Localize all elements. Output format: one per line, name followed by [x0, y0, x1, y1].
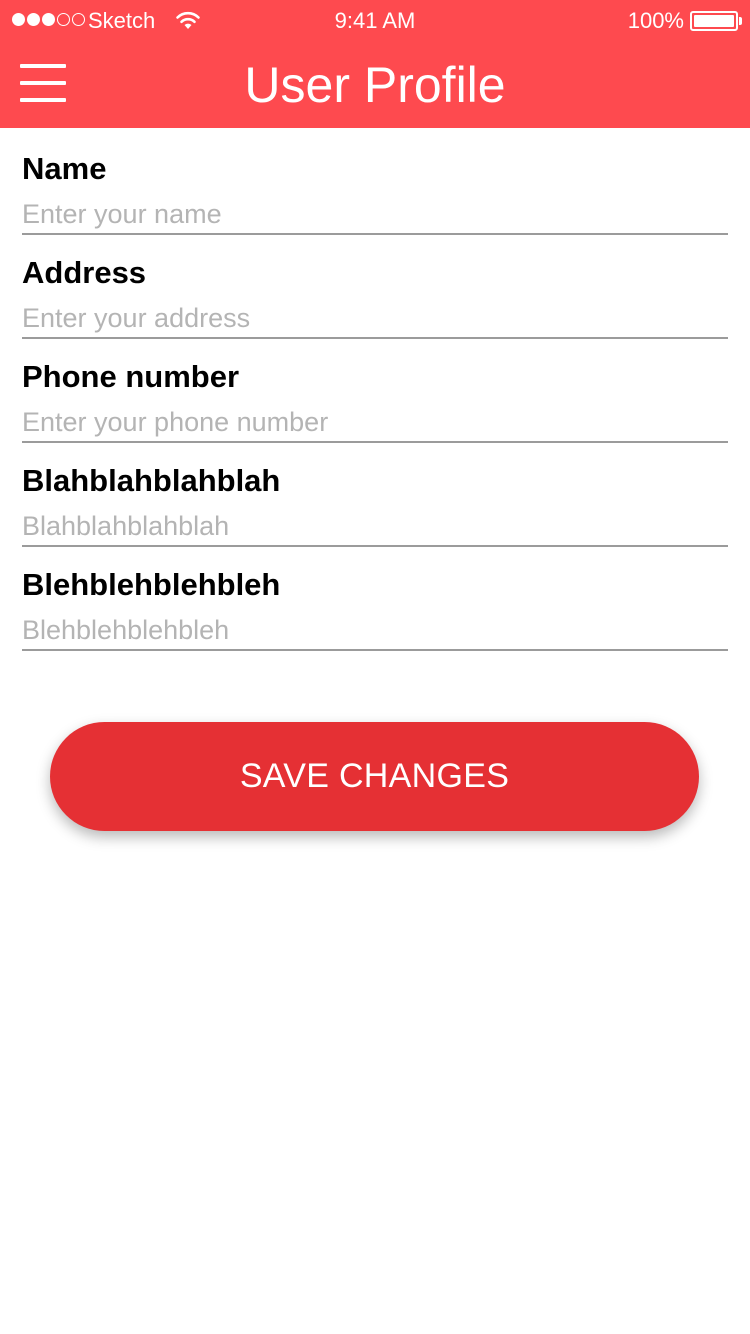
user-profile-screen: Sketch 9:41 AM 100% User Profile Name En… — [0, 0, 750, 1334]
bleh-label: Blehblehblehbleh — [22, 567, 281, 602]
page-title: User Profile — [244, 57, 506, 113]
battery-tip — [739, 17, 742, 25]
header: Sketch 9:41 AM 100% User Profile — [0, 0, 750, 128]
phone-label: Phone number — [22, 359, 240, 394]
bleh-input[interactable] — [22, 611, 728, 651]
phone-input[interactable] — [22, 403, 728, 443]
address-input[interactable] — [22, 299, 728, 339]
battery-level-fill — [694, 15, 734, 27]
name-label: Name — [22, 151, 107, 186]
battery-percent: 100% — [627, 8, 684, 33]
nav-bar: User Profile — [0, 40, 750, 128]
bleh-field-group: Blehblehblehbleh — [22, 544, 728, 651]
name-input[interactable] — [22, 195, 728, 235]
profile-form: Name Address Phone number Blahblahblahbl… — [22, 128, 728, 651]
name-field-group: Name — [22, 128, 728, 235]
phone-field-group: Phone number — [22, 336, 728, 443]
blah-input[interactable] — [22, 507, 728, 547]
battery-icon — [690, 11, 738, 31]
save-changes-button[interactable]: SAVE CHANGES — [50, 722, 699, 831]
status-bar: Sketch 9:41 AM 100% — [0, 0, 750, 40]
blah-field-group: Blahblahblahblah — [22, 440, 728, 547]
address-field-group: Address — [22, 232, 728, 339]
blah-label: Blahblahblahblah — [22, 463, 281, 498]
address-label: Address — [22, 255, 147, 290]
